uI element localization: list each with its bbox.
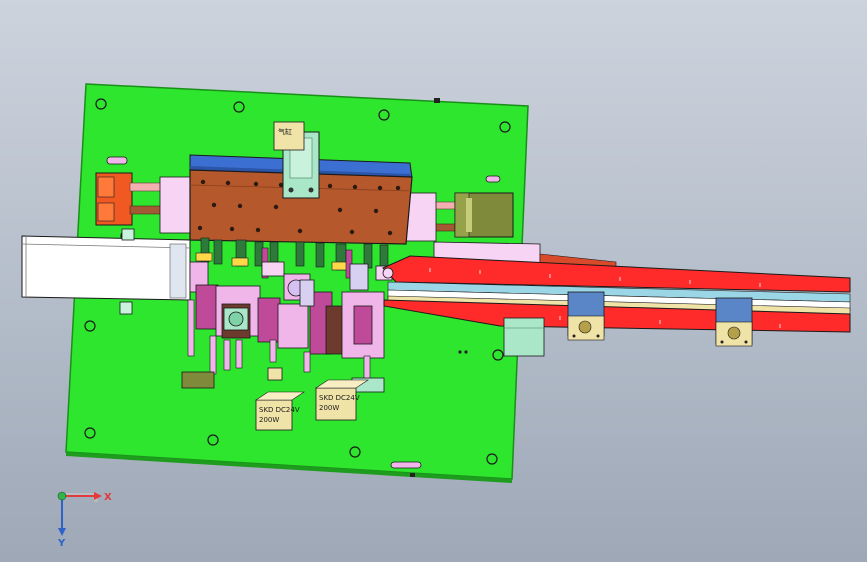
conveyor-motor[interactable] — [503, 317, 545, 357]
top-label-text: 气缸 — [278, 127, 292, 136]
orange-fitting[interactable] — [95, 172, 133, 226]
motor-left-label-1: SKD DC24V — [259, 406, 300, 414]
motor-right-label-1: SKD DC24V — [319, 394, 360, 402]
y-axis-label: Y — [57, 538, 66, 549]
olive-cylinder[interactable] — [454, 192, 514, 238]
pink-end-block-left[interactable] — [159, 176, 195, 234]
conveyor-stop-2[interactable] — [715, 297, 753, 347]
x-axis-label: X — [104, 492, 112, 503]
cad-viewport[interactable]: 气缸 SKD DC24V 200W SKD DC24V 200W X Y — [0, 0, 867, 562]
conveyor-stop-1[interactable] — [567, 291, 605, 341]
orientation-triad: X Y — [57, 491, 112, 549]
left-guard[interactable] — [21, 235, 191, 301]
motor-left-label-2: 200W — [259, 416, 279, 424]
top-label-tag: 气缸 — [273, 121, 305, 151]
cad-model-canvas[interactable]: 气缸 SKD DC24V 200W SKD DC24V 200W X Y — [0, 0, 867, 562]
motor-right-label-2: 200W — [319, 404, 339, 412]
conveyor-entry-roller — [382, 267, 394, 279]
